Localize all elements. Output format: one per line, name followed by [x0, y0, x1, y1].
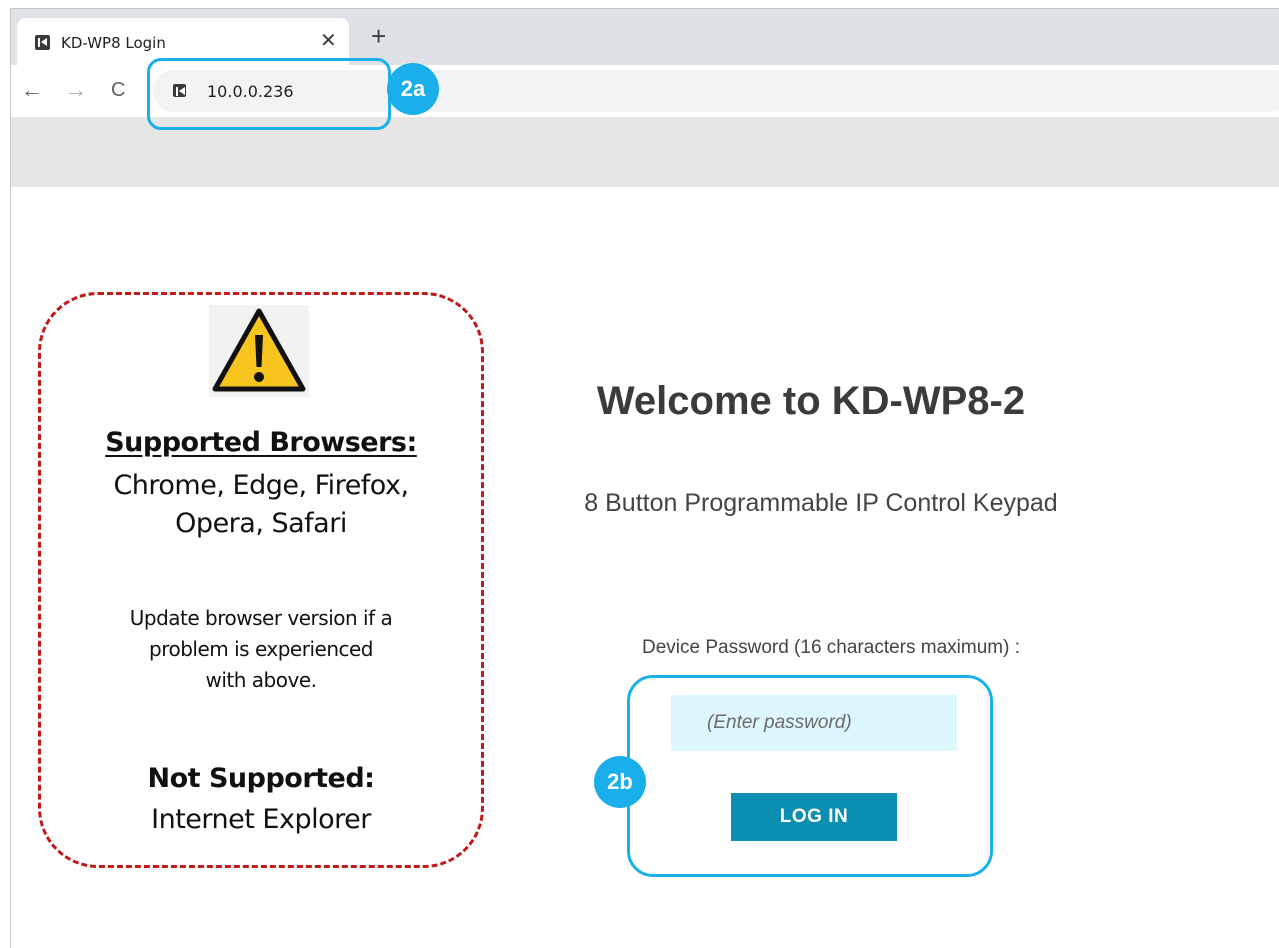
- reload-icon[interactable]: C: [111, 75, 125, 105]
- close-icon[interactable]: ✕: [320, 31, 337, 51]
- supported-browsers-line1: Chrome, Edge, Firefox,: [113, 470, 409, 501]
- login-button[interactable]: LOG IN: [731, 793, 897, 841]
- browser-support-notice: Supported Browsers: Chrome, Edge, Firefo…: [38, 292, 484, 868]
- supported-browsers-line2: Opera, Safari: [175, 508, 347, 539]
- new-tab-icon[interactable]: +: [371, 23, 386, 49]
- update-note-line3: with above.: [205, 668, 317, 692]
- page-title: Welcome to KD-WP8-2: [596, 379, 1026, 423]
- browser-window: KD-WP8 Login ✕ + ← → C 10.0.0.236 2a Sup…: [10, 8, 1279, 948]
- callout-badge-2b: 2b: [594, 756, 646, 808]
- not-supported-browser: Internet Explorer: [151, 804, 371, 835]
- kramer-favicon-icon: [35, 35, 50, 50]
- update-note-line1: Update browser version if a: [129, 606, 393, 630]
- tab-strip: KD-WP8 Login ✕ +: [11, 9, 1279, 65]
- tab-title: KD-WP8 Login: [61, 34, 166, 52]
- callout-badge-2a: 2a: [387, 63, 439, 115]
- update-browser-note: Update browser version if a problem is e…: [41, 603, 481, 696]
- supported-browsers-heading: Supported Browsers:: [105, 427, 417, 458]
- callout-box-address: [147, 58, 391, 130]
- page-subtitle: 8 Button Programmable IP Control Keypad: [584, 489, 1058, 517]
- password-label: Device Password (16 characters maximum) …: [642, 637, 1020, 658]
- not-supported-heading: Not Supported:: [147, 763, 375, 794]
- forward-arrow-icon[interactable]: →: [65, 75, 87, 105]
- back-arrow-icon[interactable]: ←: [21, 75, 43, 105]
- warning-icon: [209, 305, 309, 397]
- update-note-line2: problem is experienced: [149, 637, 374, 661]
- password-input[interactable]: [671, 695, 957, 751]
